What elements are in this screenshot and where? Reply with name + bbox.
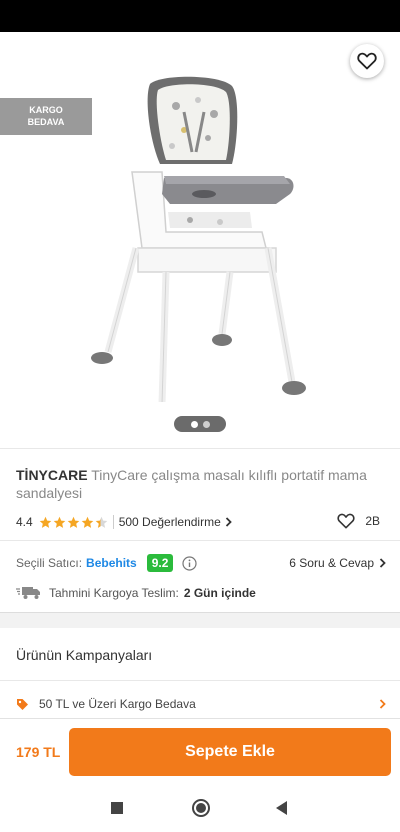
tag-icon — [17, 698, 28, 710]
home-button[interactable] — [192, 799, 210, 817]
recent-apps-button[interactable] — [111, 802, 123, 814]
product-brand[interactable]: TİNYCARE — [16, 467, 88, 483]
star-icon — [39, 516, 51, 528]
rating-stars — [39, 516, 109, 529]
favorite-button[interactable] — [350, 44, 384, 78]
truck-icon — [16, 587, 40, 599]
qa-label: 6 Soru & Cevap — [289, 556, 374, 570]
chevron-right-icon — [379, 699, 386, 709]
add-to-cart-button[interactable]: Sepete Ekle — [69, 728, 391, 776]
section-separator — [0, 612, 400, 628]
rating-separator — [112, 515, 114, 529]
star-icon — [95, 516, 107, 528]
product-image-gallery[interactable]: KARGO BEDAVA — [0, 32, 400, 448]
questions-answers-link[interactable]: 6 Soru & Cevap — [289, 556, 386, 570]
rating-value: 4.4 — [16, 515, 33, 529]
delivery-days: 2 Gün içinde — [183, 586, 256, 600]
star-icon — [81, 516, 93, 528]
divider — [0, 448, 400, 449]
heart-outline-icon — [337, 513, 355, 529]
reviews-link[interactable]: 500 Değerlendirme — [119, 515, 232, 529]
pager-dot-active[interactable] — [190, 420, 198, 428]
campaign-label: 50 TL ve Üzeri Kargo Bedava — [39, 697, 196, 711]
badge-line-1: KARGO — [29, 105, 63, 115]
free-shipping-badge: KARGO BEDAVA — [0, 98, 92, 135]
favorite-count-value: 2B — [365, 514, 380, 528]
seller-score-badge: 9.2 — [146, 554, 174, 572]
chevron-right-icon — [379, 558, 386, 568]
system-nav-bar — [0, 786, 400, 832]
star-icon — [67, 516, 79, 528]
rating-row: 4.4 500 Değerlendirme 2B — [16, 513, 386, 531]
status-bar — [0, 0, 400, 32]
seller-name-link[interactable]: Bebehits — [86, 556, 137, 570]
badge-line-2: BEDAVA — [27, 117, 65, 127]
back-button[interactable] — [12, 46, 46, 80]
seller-row: Seçili Satıcı: Bebehits 9.2 6 Soru & Cev… — [16, 552, 386, 574]
chevron-right-icon — [225, 517, 232, 527]
pager-dot[interactable] — [202, 420, 210, 428]
heart-outline-icon — [357, 52, 377, 70]
product-title: TİNYCARE TinyCare çalışma masalı kılıflı… — [16, 466, 386, 502]
product-image[interactable] — [80, 72, 310, 402]
delivery-label: Tahmini Kargoya Teslim: — [49, 586, 179, 600]
divider — [0, 680, 400, 681]
arrow-left-icon — [21, 56, 37, 70]
campaigns-title: Ürünün Kampanyaları — [16, 647, 153, 663]
nav-back-button[interactable] — [276, 801, 287, 815]
product-price: 179 TL — [16, 744, 61, 760]
reviews-label: 500 Değerlendirme — [118, 515, 221, 529]
bottom-action-bar: 179 TL Sepete Ekle — [0, 718, 400, 786]
campaign-item[interactable]: 50 TL ve Üzeri Kargo Bedava — [16, 696, 386, 712]
divider — [0, 540, 400, 541]
share-icon — [306, 54, 323, 72]
seller-label: Seçili Satıcı: — [16, 556, 83, 570]
image-pager[interactable] — [174, 416, 226, 432]
info-icon[interactable] — [182, 555, 198, 571]
delivery-row: Tahmini Kargoya Teslim: 2 Gün içinde — [16, 584, 386, 602]
home-icon — [196, 803, 206, 813]
favorite-count[interactable]: 2B — [337, 513, 380, 529]
star-icon — [53, 516, 65, 528]
